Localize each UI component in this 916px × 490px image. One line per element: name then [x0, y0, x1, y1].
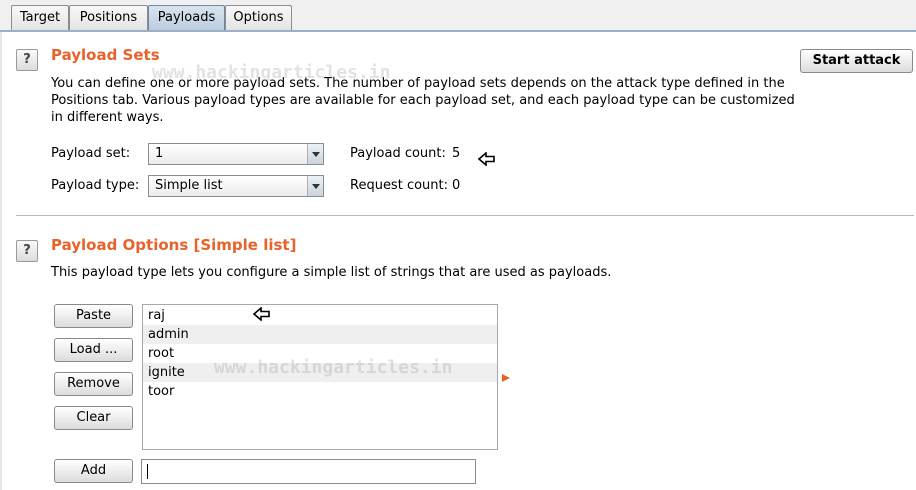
request-count-label: Request count: [350, 178, 448, 193]
payload-list[interactable]: raj admin root ignite toor [142, 304, 498, 450]
list-item[interactable]: admin [143, 325, 497, 344]
clear-button[interactable]: Clear [54, 406, 133, 430]
arrow-left-icon [253, 307, 270, 321]
payload-options-description: This payload type lets you configure a s… [51, 265, 612, 280]
tab-target[interactable]: Target [11, 5, 69, 30]
payload-type-select[interactable]: Simple list [148, 175, 324, 197]
help-icon[interactable]: ? [16, 49, 38, 71]
payload-type-value: Simple list [155, 178, 223, 193]
load-button[interactable]: Load ... [54, 338, 133, 362]
chevron-down-icon [307, 144, 323, 164]
tab-payloads[interactable]: Payloads [148, 5, 225, 30]
list-item[interactable]: ignite [143, 363, 497, 382]
start-attack-button[interactable]: Start attack [800, 49, 913, 73]
payload-count-value: 5 [452, 146, 461, 161]
help-icon[interactable]: ? [16, 240, 38, 262]
list-item[interactable]: toor [143, 382, 497, 401]
list-item[interactable]: root [143, 344, 497, 363]
list-item[interactable]: raj [143, 306, 497, 325]
payload-set-value: 1 [155, 146, 164, 161]
expand-arrow-icon[interactable] [502, 374, 510, 382]
payload-type-label: Payload type: [51, 178, 140, 193]
paste-button[interactable]: Paste [54, 304, 133, 328]
payload-options-title: Payload Options [Simple list] [51, 236, 297, 254]
tab-positions[interactable]: Positions [69, 5, 148, 30]
chevron-down-icon [307, 176, 323, 196]
payload-sets-description: You can define one or more payload sets.… [51, 76, 795, 125]
payload-set-label: Payload set: [51, 146, 131, 161]
payloads-panel: ? Payload Sets You can define one or mor… [0, 32, 916, 490]
arrow-left-icon [478, 152, 495, 166]
add-button[interactable]: Add [54, 459, 133, 483]
payload-count-label: Payload count: [350, 146, 446, 161]
remove-button[interactable]: Remove [54, 372, 133, 396]
payload-set-select[interactable]: 1 [148, 143, 324, 165]
request-count-value: 0 [452, 178, 461, 193]
add-item-input[interactable] [141, 459, 476, 484]
section-divider [16, 215, 914, 216]
tab-bar: Target Positions Payloads Options [0, 0, 916, 32]
tab-options[interactable]: Options [225, 5, 292, 30]
text-caret [147, 464, 148, 479]
payload-sets-title: Payload Sets [51, 46, 160, 64]
